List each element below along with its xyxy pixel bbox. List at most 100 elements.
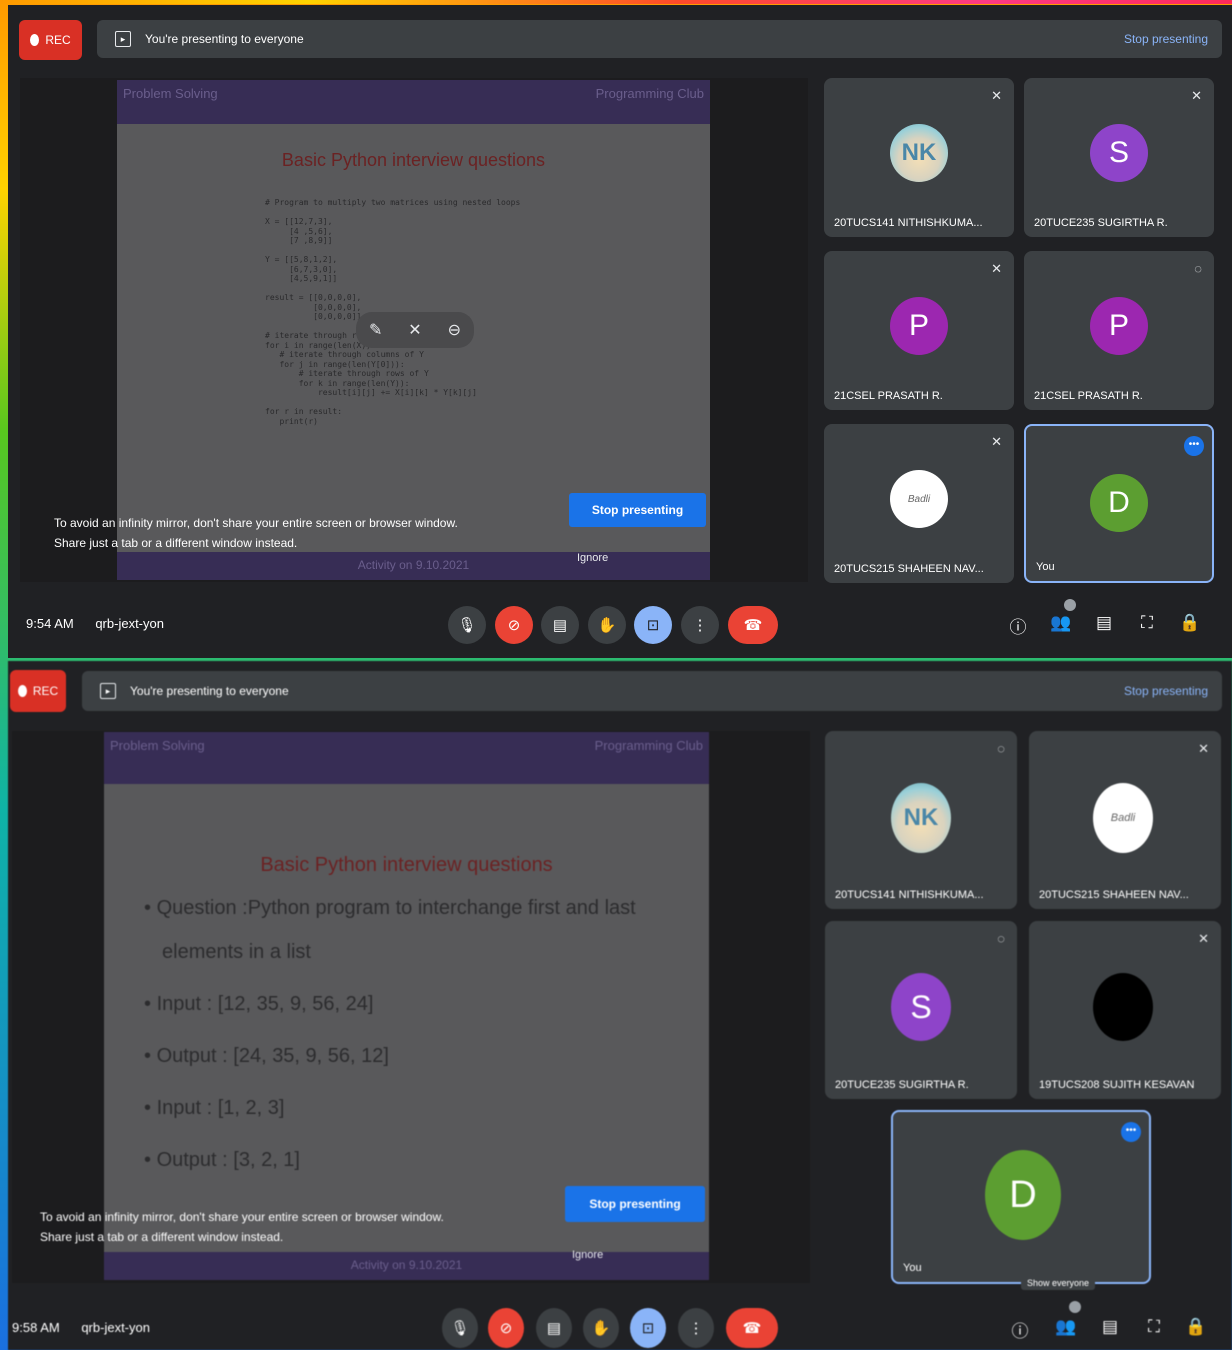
participant-name: 21CSEL PRASATH R. [1034,390,1143,402]
participant-name: 21CSEL PRASATH R. [834,390,943,402]
slide-header-right: Programming Club [595,86,704,101]
infinity-mirror-warning: To avoid an infinity mirror, don't share… [54,513,458,553]
presentation-area: Problem Solving Programming Club Basic P… [20,78,808,582]
meeting-code: qrb-jext-yon [95,616,164,631]
leave-call-button[interactable]: ☎ [728,606,778,644]
participant-count-badge [1064,599,1076,611]
participant-tile[interactable]: ◌ S 20TUCE235 SUGIRTHA R. [825,921,1017,1099]
mic-off-icon: ✕ [991,434,1002,449]
slide-footer: Activity on 9.10.2021 [117,552,710,580]
slide-footer: Activity on 9.10.2021 [104,1252,709,1280]
slide-bullet: • Question :Python program to interchang… [144,897,636,919]
present-now-button[interactable]: ⊡ [634,606,672,644]
more-options-icon[interactable]: ••• [1121,1122,1141,1142]
more-options-icon[interactable]: ••• [1184,436,1204,456]
leave-call-button[interactable]: ☎ [726,1308,778,1348]
stop-presenting-button[interactable]: Stop presenting [565,1186,705,1222]
avatar: P [1090,297,1148,355]
captions-button[interactable]: ▤ [541,606,579,644]
present-now-button[interactable]: ⊡ [630,1308,666,1348]
recording-badge[interactable]: REC [19,20,82,60]
participant-name: 20TUCS215 SHAHEEN NAV... [834,563,984,575]
people-icon[interactable]: 👥 [1054,1317,1078,1337]
avatar: D [985,1150,1061,1240]
participant-name: 19TUCS208 SUJITH KESAVAN [1039,1079,1195,1091]
meeting-info: 9:58 AM qrb-jext-yon [12,1320,150,1335]
recording-badge[interactable]: REC [10,670,66,712]
mic-off-icon: ✕ [991,261,1002,276]
stop-presenting-link[interactable]: Stop presenting [1124,32,1208,46]
present-screen-icon: ▸ [115,31,131,47]
captions-button[interactable]: ▤ [536,1308,572,1348]
pin-icon[interactable]: ✎ [369,320,382,340]
mic-off-icon: ✕ [991,88,1002,103]
meet-screenshot-top: REC ▸ You're presenting to everyone Stop… [8,5,1232,658]
microphone-button[interactable]: 🎙 [448,606,486,644]
participant-name: You [1036,561,1055,573]
participant-tile[interactable]: ✕ 19TUCS208 SUJITH KESAVAN [1029,921,1221,1099]
ignore-button[interactable]: Ignore [577,552,608,564]
more-options-button[interactable]: ⋮ [681,606,719,644]
slide-title: Basic Python interview questions [260,854,553,876]
avatar: NK [891,783,951,853]
participant-tile[interactable]: ✕ NK 20TUCS141 NITHISHKUMA... [824,78,1014,237]
meet-screenshot-bottom: REC ▸ You're presenting to everyone Stop… [8,661,1232,1350]
participant-tile[interactable]: ✕ S 20TUCE235 SUGIRTHA R. [1024,78,1214,237]
recording-label: REC [32,684,59,698]
speaking-icon: ◌ [997,931,1005,946]
speaking-icon: ◌ [1194,261,1202,276]
participant-tile[interactable]: ✕ Badli 20TUCS215 SHAHEEN NAV... [1029,731,1221,909]
slide-title: Basic Python interview questions [281,150,546,170]
recording-label: REC [45,33,71,47]
camera-off-button[interactable]: ⊘ [488,1308,524,1348]
warning-line-1: To avoid an infinity mirror, don't share… [40,1210,444,1224]
meeting-code: qrb-jext-yon [81,1320,150,1335]
banner-text: You're presenting to everyone [145,32,304,46]
avatar: S [891,973,951,1041]
chat-icon[interactable]: ▤ [1092,613,1116,633]
raise-hand-button[interactable]: ✋ [583,1308,619,1348]
slide-header-left: Problem Solving [110,738,205,753]
activities-icon[interactable]: ⛶ [1135,613,1159,633]
self-tile[interactable]: ••• D You [891,1110,1151,1284]
participant-name: 20TUCS141 NITHISHKUMA... [835,889,984,901]
mic-off-icon: ✕ [1191,88,1202,103]
camera-off-button[interactable]: ⊘ [495,606,533,644]
info-icon[interactable]: ⓘ [1006,613,1030,638]
presentation-area: Problem Solving Programming Club Basic P… [12,731,810,1283]
participant-count-badge [1069,1301,1081,1313]
participant-tile[interactable]: ◌ NK 20TUCS141 NITHISHKUMA... [825,731,1017,909]
chat-icon[interactable]: ▤ [1098,1317,1122,1337]
avatar [1093,973,1153,1041]
floating-tile-controls: ✎ ✕ ⊖ [356,312,474,348]
ignore-button[interactable]: Ignore [572,1249,603,1261]
participant-tile[interactable]: ✕ P 21CSEL PRASATH R. [824,251,1014,410]
slide-bullet: • Output : [24, 35, 9, 56, 12] [144,1045,389,1067]
participant-tile[interactable]: ◌ P 21CSEL PRASATH R. [1024,251,1214,410]
info-icon[interactable]: ⓘ [1008,1317,1032,1342]
self-tile[interactable]: ••• D You [1024,424,1214,583]
warning-line-2: Share just a tab or a different window i… [40,1230,284,1244]
activities-icon[interactable]: ⛶ [1142,1317,1166,1337]
mute-icon[interactable]: ✕ [408,320,421,340]
raise-hand-button[interactable]: ✋ [588,606,626,644]
presenting-banner: ▸ You're presenting to everyone Stop pre… [82,671,1222,711]
stop-presenting-button[interactable]: Stop presenting [569,493,706,527]
participant-tile[interactable]: ✕ Badli 20TUCS215 SHAHEEN NAV... [824,424,1014,583]
microphone-button[interactable]: 🎙 [442,1308,478,1348]
slide-bullet: • Input : [12, 35, 9, 56, 24] [144,993,374,1015]
participant-name: 20TUCE235 SUGIRTHA R. [835,1079,969,1091]
more-options-button[interactable]: ⋮ [678,1308,714,1348]
slide-bullet: • Output : [3, 2, 1] [144,1149,300,1171]
present-screen-icon: ▸ [100,683,116,699]
clock-time: 9:58 AM [12,1320,60,1335]
lock-icon[interactable]: 🔒 [1178,613,1202,633]
speaking-icon: ◌ [997,741,1005,756]
record-dot-icon [17,685,27,697]
minimize-icon[interactable]: ⊖ [448,320,461,340]
people-icon[interactable]: 👥 [1049,613,1073,633]
lock-icon[interactable]: 🔒 [1184,1317,1208,1337]
avatar: NK [890,124,948,182]
stop-presenting-link[interactable]: Stop presenting [1124,684,1208,698]
mic-off-icon: ✕ [1198,741,1209,756]
